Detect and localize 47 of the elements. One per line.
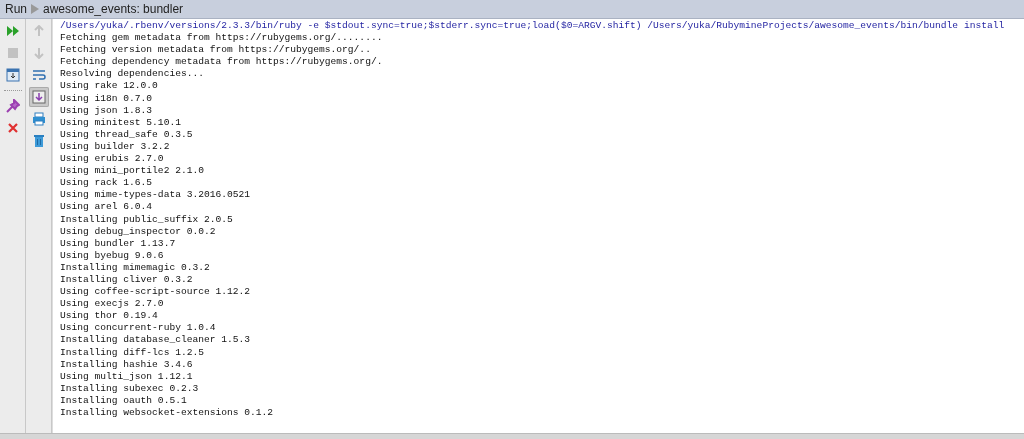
console-line: Using thor 0.19.4 bbox=[60, 310, 159, 323]
up-arrow-icon bbox=[32, 25, 45, 37]
console-line: Installing database_cleaner 1.5.3 bbox=[60, 334, 251, 347]
console-line: Using rack 1.6.5 bbox=[60, 177, 154, 190]
console-line: Using mime-types-data 3.2016.0521 bbox=[60, 189, 251, 202]
scroll-down-button[interactable] bbox=[28, 87, 49, 107]
console-line: Using multi_json 1.12.1 bbox=[60, 370, 194, 383]
console-line: Using rake 12.0.0 bbox=[60, 80, 159, 93]
close-icon bbox=[6, 122, 19, 134]
console-line: Using json 1.8.3 bbox=[60, 104, 154, 117]
console-line: Installing subexec 0.2.3 bbox=[60, 382, 200, 395]
console-line: Fetching version metadata from https://rubygems.org/.. bbox=[60, 44, 372, 57]
trash-icon bbox=[32, 134, 45, 148]
console-line: Using debug_inspector 0.0.2 bbox=[60, 225, 217, 238]
console-line: Using concurrent-ruby 1.0.4 bbox=[60, 322, 217, 335]
console-line: Installing hashie 3.4.6 bbox=[60, 358, 194, 371]
down-arrow-icon bbox=[32, 47, 45, 59]
stop-icon bbox=[6, 47, 19, 59]
rerun-icon bbox=[5, 25, 20, 37]
console-line: Using mini_portile2 2.1.0 bbox=[60, 165, 205, 178]
console-line: Fetching dependency metadata from https://rubygems.org/. bbox=[60, 56, 384, 69]
console-line: Using minitest 5.10.1 bbox=[60, 116, 182, 129]
console-line: Installing cliver 0.3.2 bbox=[60, 273, 194, 287]
console-line: Using byebug 9.0.6 bbox=[60, 249, 165, 262]
console-line: Using thread_safe 0.3.5 bbox=[60, 128, 194, 141]
configuration-tab[interactable]: awesome_events: bundler bbox=[43, 2, 184, 16]
console-line: Installing public_suffix 2.0.5 bbox=[60, 213, 234, 226]
console-line: Installing mimemagic 0.3.2 bbox=[60, 261, 211, 274]
console-line: Resolving dependencies... bbox=[60, 68, 205, 81]
console-line: Using builder 3.2.2 bbox=[60, 140, 171, 154]
console-line: Using bundler 1.13.7 bbox=[60, 237, 177, 250]
tool-window-label: Run bbox=[5, 2, 27, 16]
console-line: Fetching gem metadata from https://rubygems.org/........ bbox=[60, 32, 384, 45]
console-line: Using arel 6.0.4 bbox=[60, 201, 154, 214]
scroll-down-icon bbox=[31, 90, 46, 104]
console-line: Using i18n 0.7.0 bbox=[60, 92, 154, 105]
console-line: Using erubis 2.7.0 bbox=[60, 153, 165, 166]
pin-icon bbox=[5, 99, 20, 113]
console-line: Installing diff-lcs 1.2.5 bbox=[60, 346, 205, 359]
play-icon bbox=[31, 4, 39, 14]
print-icon bbox=[31, 112, 46, 126]
console-line: Using execjs 2.7.0 bbox=[60, 298, 165, 311]
wrap-lines-icon bbox=[31, 69, 46, 81]
console-line: Installing websocket-extensions 0.1.2 bbox=[60, 407, 275, 420]
console-line: Using coffee-script-source 1.12.2 bbox=[60, 286, 251, 299]
console-line: Installing oauth 0.5.1 bbox=[60, 394, 188, 407]
command-line: /Users/yuka/.rbenv/versions/2.3.3/bin/ruby -e $stdout.sync=true;$stderr.sync=true;load($0=ARGV.shift) /Users/yuka/RubymineProjects/awesome_events/bin/bundle install bbox=[60, 20, 1006, 33]
